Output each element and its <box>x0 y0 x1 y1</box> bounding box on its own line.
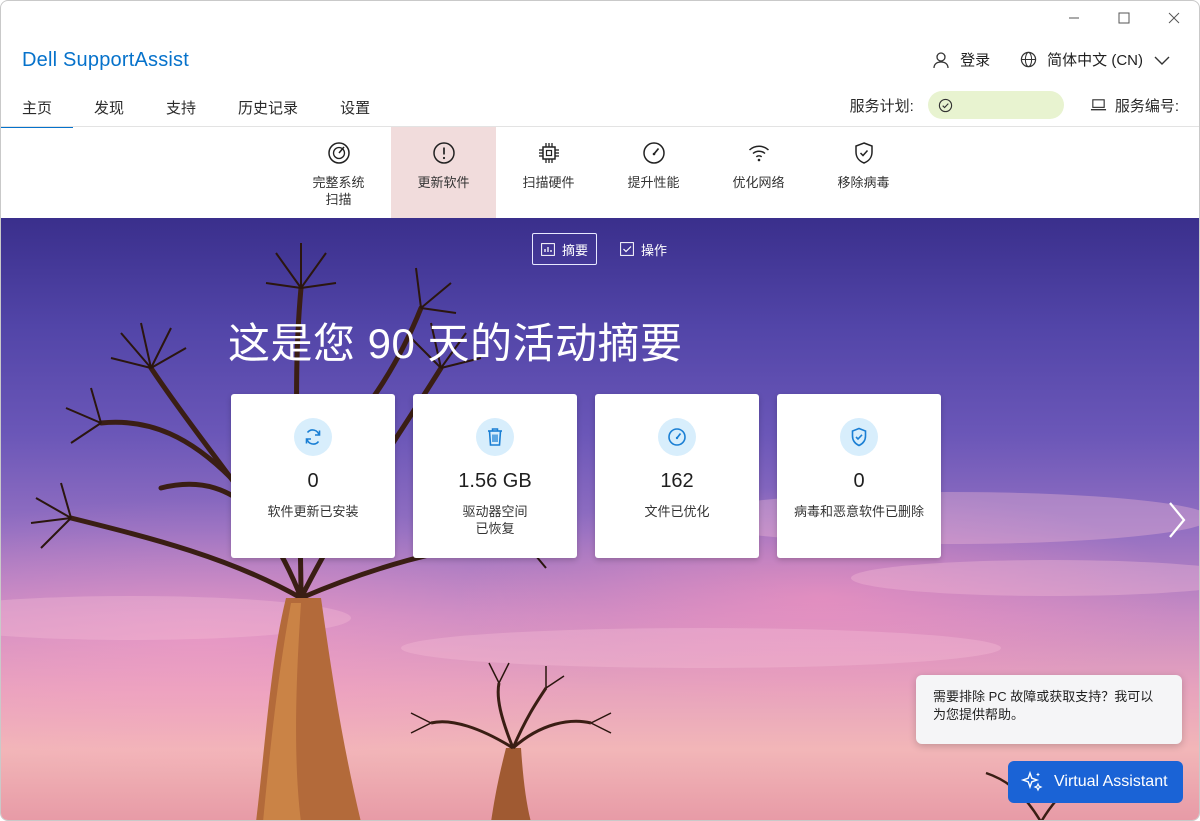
close-button[interactable] <box>1149 1 1199 35</box>
language-label: 简体中文 (CN) <box>1047 52 1143 69</box>
scan-gauge-icon <box>327 142 350 164</box>
card-label: 驱动器空间 已恢复 <box>454 503 535 537</box>
actions-toggle[interactable]: 操作 <box>611 233 676 265</box>
window-controls <box>1049 1 1199 35</box>
actions-label: 操作 <box>641 242 668 258</box>
header-actions: 登录 简体中文 (CN) <box>932 49 1171 70</box>
summary-card-updates: 0 软件更新已安装 <box>231 394 395 558</box>
tool-label: 扫描 <box>325 192 352 207</box>
main-nav: 主页 发现 支持 历史记录 设置 <box>1 87 391 128</box>
tool-label: 移除病毒 <box>837 175 890 190</box>
summary-label: 摘要 <box>562 242 589 258</box>
speedometer-icon <box>668 428 686 446</box>
minimize-icon <box>1069 17 1079 19</box>
close-icon <box>1168 12 1180 24</box>
tab-history[interactable]: 历史记录 <box>217 87 319 127</box>
speedometer-icon <box>642 142 665 164</box>
tool-optimize-network[interactable]: 优化网络 <box>706 127 811 218</box>
card-value: 0 <box>307 470 319 492</box>
card-value: 1.56 GB <box>458 470 532 492</box>
virtual-assistant-button[interactable]: Virtual Assistant <box>1008 761 1183 803</box>
tab-settings[interactable]: 设置 <box>319 87 391 127</box>
card-label: 软件更新已安装 <box>259 503 366 520</box>
app-window: Dell SupportAssist 登录 简体中文 (CN) 主页 发现 支持… <box>0 0 1200 821</box>
summary-card-disk-space: 1.56 GB 驱动器空间已恢复 <box>413 394 577 558</box>
summary-card-files-optimized: 162 文件已优化 <box>595 394 759 558</box>
tool-full-scan[interactable]: 完整系统 扫描 <box>286 127 391 218</box>
minimize-button[interactable] <box>1049 1 1099 35</box>
tab-home[interactable]: 主页 <box>1 87 74 128</box>
trash-icon <box>488 428 502 446</box>
tool-label: 完整系统 <box>312 175 365 190</box>
globe-icon <box>1020 51 1037 68</box>
service-tag: 服务编号: <box>1090 95 1179 116</box>
virtual-assistant-label: Virtual Assistant <box>1054 773 1168 790</box>
tool-label: 扫描硬件 <box>522 175 575 190</box>
shield-icon <box>854 142 873 164</box>
summary-card-malware-removed: 0 病毒和恶意软件已删除 <box>777 394 941 558</box>
user-icon <box>933 51 949 68</box>
login-button[interactable]: 登录 <box>932 49 990 70</box>
summary-toggle[interactable]: 摘要 <box>532 233 598 265</box>
tab-support[interactable]: 支持 <box>145 87 217 127</box>
chevron-right-icon <box>1169 502 1186 538</box>
hero-title: 这是您 90 天的活动摘要 <box>228 320 683 367</box>
alert-circle-icon <box>432 142 455 164</box>
card-label-line: 已恢复 <box>475 521 515 536</box>
chip-icon <box>538 143 559 163</box>
laptop-icon <box>1090 99 1106 111</box>
service-plan-badge[interactable] <box>927 91 1064 119</box>
language-selector[interactable]: 简体中文 (CN) <box>1020 49 1171 70</box>
card-value: 0 <box>853 470 865 492</box>
tool-boost-performance[interactable]: 提升性能 <box>601 127 706 218</box>
chart-icon <box>541 242 555 256</box>
tool-label: 优化网络 <box>732 175 785 190</box>
view-toggle: 摘要 操作 <box>532 233 676 265</box>
tool-scan-hardware[interactable]: 扫描硬件 <box>496 127 601 218</box>
refresh-icon <box>305 429 321 445</box>
tab-discover[interactable]: 发现 <box>73 87 145 127</box>
card-label: 文件已优化 <box>636 503 717 520</box>
tool-update-software[interactable]: 更新软件 <box>391 127 496 218</box>
tool-bar: 完整系统 扫描 更新软件 扫描硬件 提升性能 优化网络 移除病毒 <box>286 127 916 218</box>
maximize-button[interactable] <box>1099 1 1149 35</box>
maximize-icon <box>1118 12 1130 24</box>
login-label: 登录 <box>960 52 991 69</box>
hero-banner: 摘要 操作 这是您 90 天的活动摘要 0 软件更新已安装 1.56 GB 驱动… <box>1 218 1199 820</box>
checkbox-icon <box>620 242 634 256</box>
summary-cards: 0 软件更新已安装 1.56 GB 驱动器空间已恢复 162 文件已优化 0 病… <box>231 394 941 558</box>
card-label-line: 软件更新已安装 <box>267 504 359 519</box>
card-label-line: 文件已优化 <box>644 504 710 519</box>
app-title: Dell SupportAssist <box>22 49 189 71</box>
service-plan-label: 服务计划: <box>849 97 914 115</box>
tool-remove-virus[interactable]: 移除病毒 <box>811 127 916 218</box>
check-circle-icon <box>938 98 952 112</box>
card-label-line: 病毒和恶意软件已删除 <box>793 504 924 519</box>
service-tag-label: 服务编号: <box>1114 97 1179 115</box>
card-label: 病毒和恶意软件已删除 <box>786 503 932 520</box>
service-info: 服务计划: 服务编号: <box>850 91 1179 119</box>
tool-label: 更新软件 <box>417 175 470 190</box>
card-label-line: 驱动器空间 <box>462 504 528 519</box>
shield-check-icon <box>851 427 867 447</box>
tool-label: 提升性能 <box>627 175 680 190</box>
wifi-icon <box>748 145 769 162</box>
card-value: 162 <box>660 470 694 492</box>
chevron-down-icon <box>1154 56 1170 65</box>
sparkle-icon <box>1020 770 1043 792</box>
next-slide-button[interactable] <box>1165 500 1189 540</box>
assistant-tip: 需要排除 PC 故障或获取支持？我可以为您提供帮助。 <box>916 675 1182 744</box>
